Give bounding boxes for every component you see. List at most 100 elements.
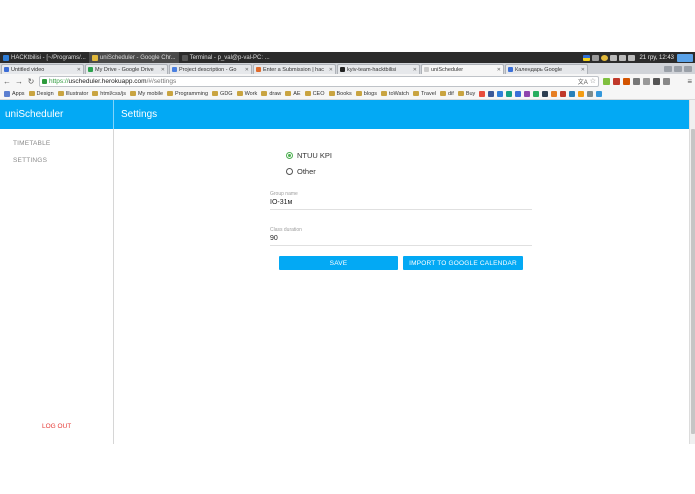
close-tab-icon[interactable]: ✕ [581, 67, 585, 73]
bookmark-folder[interactable]: draw [261, 91, 281, 97]
bookmark-site-icon[interactable] [578, 90, 585, 97]
browser-toolbar: ← → ↻ https:// uscheduler.herokuapp.com … [0, 74, 695, 88]
radio-button-checked[interactable] [286, 152, 293, 159]
bookmark-folder[interactable]: blogs [355, 91, 377, 97]
folder-icon [92, 91, 99, 96]
bookmark-site-icon[interactable] [560, 90, 567, 97]
address-bar[interactable]: https:// uscheduler.herokuapp.com /#/set… [39, 75, 599, 87]
radio-button[interactable] [286, 168, 293, 175]
app-title[interactable]: uniScheduler [5, 109, 63, 120]
bookmark-folder[interactable]: Work [236, 91, 257, 97]
folder-icon [236, 91, 243, 96]
page-title: Settings [121, 109, 158, 120]
extension-icon[interactable] [633, 77, 640, 85]
maximize-icon[interactable] [674, 66, 682, 72]
bookmark-folder[interactable]: toWatch [380, 91, 409, 97]
clock[interactable]: 21 гру, 12:43 [636, 55, 677, 61]
close-tab-icon[interactable]: ✕ [413, 67, 417, 73]
university-option-other[interactable]: Other [286, 167, 316, 176]
extension-icon[interactable] [613, 77, 620, 85]
university-option-ntuu-kpi[interactable]: NTUU KPI [286, 151, 332, 160]
minimize-icon[interactable] [664, 66, 672, 72]
settings-panel: NTUU KPI Other Group name ІО-31м Class d… [114, 129, 689, 444]
battery-icon[interactable] [592, 54, 600, 61]
bookmark-folder[interactable]: Illustrator [57, 91, 88, 97]
browser-tab-untitled-video[interactable]: Untitled video ✕ [1, 64, 84, 74]
group-name-input[interactable]: ІО-31м [270, 198, 532, 208]
close-tab-icon[interactable]: ✕ [245, 67, 249, 73]
extension-icon[interactable] [623, 77, 630, 85]
network-icon[interactable] [628, 54, 636, 61]
bookmark-folder[interactable]: dif [440, 91, 454, 97]
close-tab-icon[interactable]: ✕ [497, 67, 501, 73]
bookmark-folder[interactable]: AE [285, 91, 301, 97]
bookmark-folder[interactable]: html/css/js [92, 91, 126, 97]
chrome-menu-icon[interactable]: ≡ [687, 77, 692, 86]
bookmark-folder[interactable]: Buy [457, 91, 475, 97]
extension-icon[interactable] [663, 77, 670, 85]
class-duration-field[interactable]: Class duration 90 [270, 227, 532, 246]
bookmark-folder[interactable]: Programming [167, 91, 208, 97]
sidebar-item-timetable[interactable]: TIMETABLE [13, 140, 50, 147]
browser-tab-enter-submission[interactable]: Enter a Submission | hac ✕ [253, 64, 336, 74]
taskbar-item-hacktbilisi[interactable]: HACKtbilisi - [~/Programs/... [0, 52, 89, 63]
bookmark-site-icon[interactable] [569, 90, 576, 97]
bottom-blank-area [0, 444, 695, 494]
close-tab-icon[interactable]: ✕ [161, 67, 165, 73]
close-window-icon[interactable] [684, 66, 692, 72]
bookmark-site-icon[interactable] [488, 90, 495, 97]
close-tab-icon[interactable]: ✕ [329, 67, 333, 73]
bookmark-folder[interactable]: Design [28, 91, 54, 97]
forward-arrow-icon[interactable]: → [14, 76, 24, 86]
top-blank-area [0, 0, 695, 52]
browser-tab-unischeduler[interactable]: uniScheduler ✕ [421, 64, 504, 74]
bookmark-apps[interactable]: Apps [4, 90, 25, 97]
bookmark-site-icon[interactable] [596, 90, 603, 97]
bookmark-folder[interactable]: Books [328, 91, 352, 97]
bookmark-site-icon[interactable] [587, 90, 594, 97]
bookmark-folder[interactable]: Travel [412, 91, 436, 97]
browser-tab-project-description[interactable]: Project description - Go ✕ [169, 64, 252, 74]
class-duration-label: Class duration [270, 227, 302, 233]
page-scrollbar[interactable] [689, 100, 695, 444]
browser-tab-github[interactable]: kyiv-team-hacktbilisi ✕ [337, 64, 420, 74]
bookmark-site-icon[interactable] [533, 90, 540, 97]
bookmark-site-icon[interactable] [524, 90, 531, 97]
taskbar-item-terminal[interactable]: Terminal - p_val@p-val-PC: ... [179, 52, 271, 63]
bookmark-folder[interactable]: My mobile [129, 91, 163, 97]
bookmark-site-icon[interactable] [515, 90, 522, 97]
taskbar-item-chrome[interactable]: uniScheduler - Google Chr... [88, 52, 179, 63]
bookmark-site-icon[interactable] [542, 90, 549, 97]
bookmark-site-icon[interactable] [506, 90, 513, 97]
class-duration-input[interactable]: 90 [270, 234, 532, 244]
window-controls [662, 64, 695, 74]
extension-icon[interactable] [643, 77, 650, 85]
scrollbar-thumb[interactable] [691, 129, 695, 434]
keyboard-layout-flag-icon[interactable] [583, 54, 591, 61]
sidebar-item-settings[interactable]: SETTINGS [13, 157, 47, 164]
bookmark-site-icon[interactable] [479, 90, 486, 97]
extension-icon[interactable] [653, 77, 660, 85]
show-desktop-button[interactable] [677, 53, 693, 62]
browser-tab-google-calendar[interactable]: Календарь Google ✕ [505, 64, 588, 74]
import-to-google-calendar-button[interactable]: IMPORT TO GOOGLE CALENDAR [403, 256, 523, 270]
translate-icon[interactable]: 文A [578, 77, 588, 86]
bookmark-site-icon[interactable] [497, 90, 504, 97]
reload-icon[interactable]: ↻ [26, 76, 36, 86]
bookmark-folder[interactable]: GDG [212, 91, 233, 97]
wifi-icon[interactable] [610, 54, 618, 61]
radio-label: NTUU KPI [297, 151, 333, 160]
bookmark-site-icon[interactable] [551, 90, 558, 97]
volume-icon[interactable] [619, 54, 627, 61]
close-tab-icon[interactable]: ✕ [77, 67, 81, 73]
save-button[interactable]: SAVE [279, 256, 398, 270]
browser-tab-google-drive[interactable]: My Drive - Google Drive ✕ [85, 64, 168, 74]
chrome-tray-icon[interactable] [601, 54, 609, 61]
folder-icon [28, 91, 35, 96]
bookmark-folder[interactable]: CEO [304, 91, 325, 97]
logout-link[interactable]: LOG OUT [42, 423, 71, 430]
back-arrow-icon[interactable]: ← [2, 76, 12, 86]
bookmark-star-icon[interactable]: ☆ [590, 77, 596, 85]
group-name-field[interactable]: Group name ІО-31м [270, 191, 532, 210]
extension-icon[interactable] [603, 77, 610, 85]
